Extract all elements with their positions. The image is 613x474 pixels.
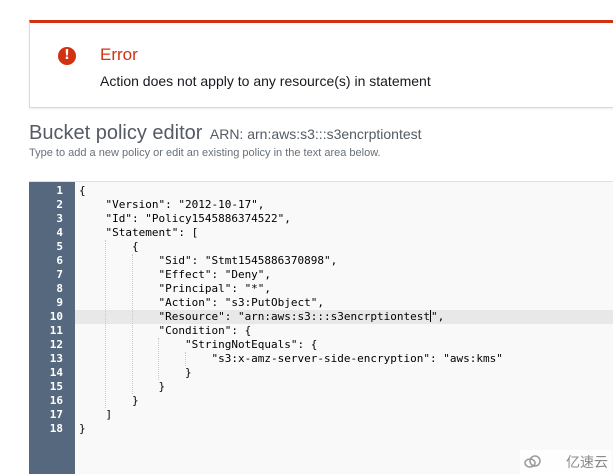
line-number: 16 <box>49 394 63 407</box>
watermark: 亿速云 <box>520 450 612 474</box>
code-text: "Statement": [ <box>79 226 199 239</box>
line-number: 6 <box>56 254 63 267</box>
page-title: Bucket policy editor <box>29 122 203 144</box>
editor-hint: Type to add a new policy or edit an exis… <box>29 147 381 159</box>
code-line[interactable]: "Version": "2012-10-17", <box>75 198 613 212</box>
code-line[interactable]: } <box>75 380 613 394</box>
code-line[interactable]: "Sid": "Stmt1545886370898", <box>75 254 613 268</box>
line-number: 9 <box>56 296 63 309</box>
watermark-text: 亿速云 <box>566 454 608 470</box>
line-number: 17 <box>49 408 63 421</box>
code-line[interactable]: "Principal": "*", <box>75 282 613 296</box>
code-line[interactable]: "StringNotEquals": { <box>75 338 613 352</box>
line-number: 18 <box>49 422 63 435</box>
error-title: Error <box>100 45 138 64</box>
code-text: "Version": "2012-10-17", <box>79 198 265 211</box>
line-number: 2 <box>56 198 63 211</box>
code-text: } <box>79 380 166 393</box>
code-text: "Action": "s3:PutObject", <box>79 296 325 309</box>
code-text: "s3:x-amz-server-side-encryption": "aws:… <box>79 352 503 365</box>
code-line[interactable]: { <box>75 240 613 254</box>
code-text: ] <box>79 408 113 421</box>
code-line[interactable]: { <box>75 184 613 198</box>
policy-code-editor[interactable]: 1 2 3 4 5 6 7 8 9 10 11 12 13 14 15 16 17 18 { "Version":… <box>29 181 613 474</box>
code-text: "Sid": "Stmt1545886370898", <box>79 254 338 267</box>
editor-heading: Bucket policy editor ARN: arn:aws:s3:::s… <box>29 122 422 145</box>
code-text-suffix: ", <box>431 310 445 323</box>
line-number: 15 <box>49 380 63 393</box>
code-text: } <box>79 422 86 435</box>
indent-guide <box>158 338 160 380</box>
line-number: 7 <box>56 268 63 281</box>
code-text: "Id": "Policy1545886374522", <box>79 212 291 225</box>
line-number: 13 <box>49 352 63 365</box>
exclamation-circle-icon: ! <box>58 47 76 65</box>
indent-guide <box>184 352 186 366</box>
error-alert: ! Error Action does not apply to any res… <box>29 20 613 108</box>
line-number: 4 <box>56 226 63 239</box>
line-number-gutter: 1 2 3 4 5 6 7 8 9 10 11 12 13 14 15 16 17 18 <box>29 182 75 474</box>
indent-guide <box>131 254 133 394</box>
code-line[interactable]: "Effect": "Deny", <box>75 268 613 282</box>
code-line[interactable]: "Statement": [ <box>75 226 613 240</box>
code-line[interactable]: "Id": "Policy1545886374522", <box>75 212 613 226</box>
error-message: Action does not apply to any resource(s)… <box>100 73 431 89</box>
code-line[interactable]: ] <box>75 408 613 422</box>
code-line[interactable]: "Action": "s3:PutObject", <box>75 296 613 310</box>
line-number: 5 <box>56 240 63 253</box>
line-number: 10 <box>49 310 63 323</box>
line-number: 12 <box>49 338 63 351</box>
code-line[interactable]: } <box>75 394 613 408</box>
code-text: } <box>79 366 192 379</box>
code-text: } <box>79 394 139 407</box>
cloud-logo-icon <box>524 455 541 468</box>
indent-guide <box>105 240 107 408</box>
code-line[interactable]: "Resource": "arn:aws:s3:::s3encrptiontes… <box>75 310 613 324</box>
code-text: "Principal": "*", <box>79 282 272 295</box>
line-number: 1 <box>56 184 63 197</box>
line-number: 11 <box>49 324 63 337</box>
code-text: "Effect": "Deny", <box>79 268 272 281</box>
code-line[interactable]: } <box>75 366 613 380</box>
code-text: { <box>79 240 139 253</box>
code-line[interactable]: "Condition": { <box>75 324 613 338</box>
line-number: 14 <box>49 366 63 379</box>
code-text: "StringNotEquals": { <box>79 338 318 351</box>
code-line[interactable]: } <box>75 422 613 436</box>
code-line[interactable]: "s3:x-amz-server-side-encryption": "aws:… <box>75 352 613 366</box>
bucket-arn: ARN: arn:aws:s3:::s3encrptiontest <box>209 126 422 142</box>
line-number: 8 <box>56 282 63 295</box>
line-number: 3 <box>56 212 63 225</box>
code-text: { <box>79 184 86 197</box>
